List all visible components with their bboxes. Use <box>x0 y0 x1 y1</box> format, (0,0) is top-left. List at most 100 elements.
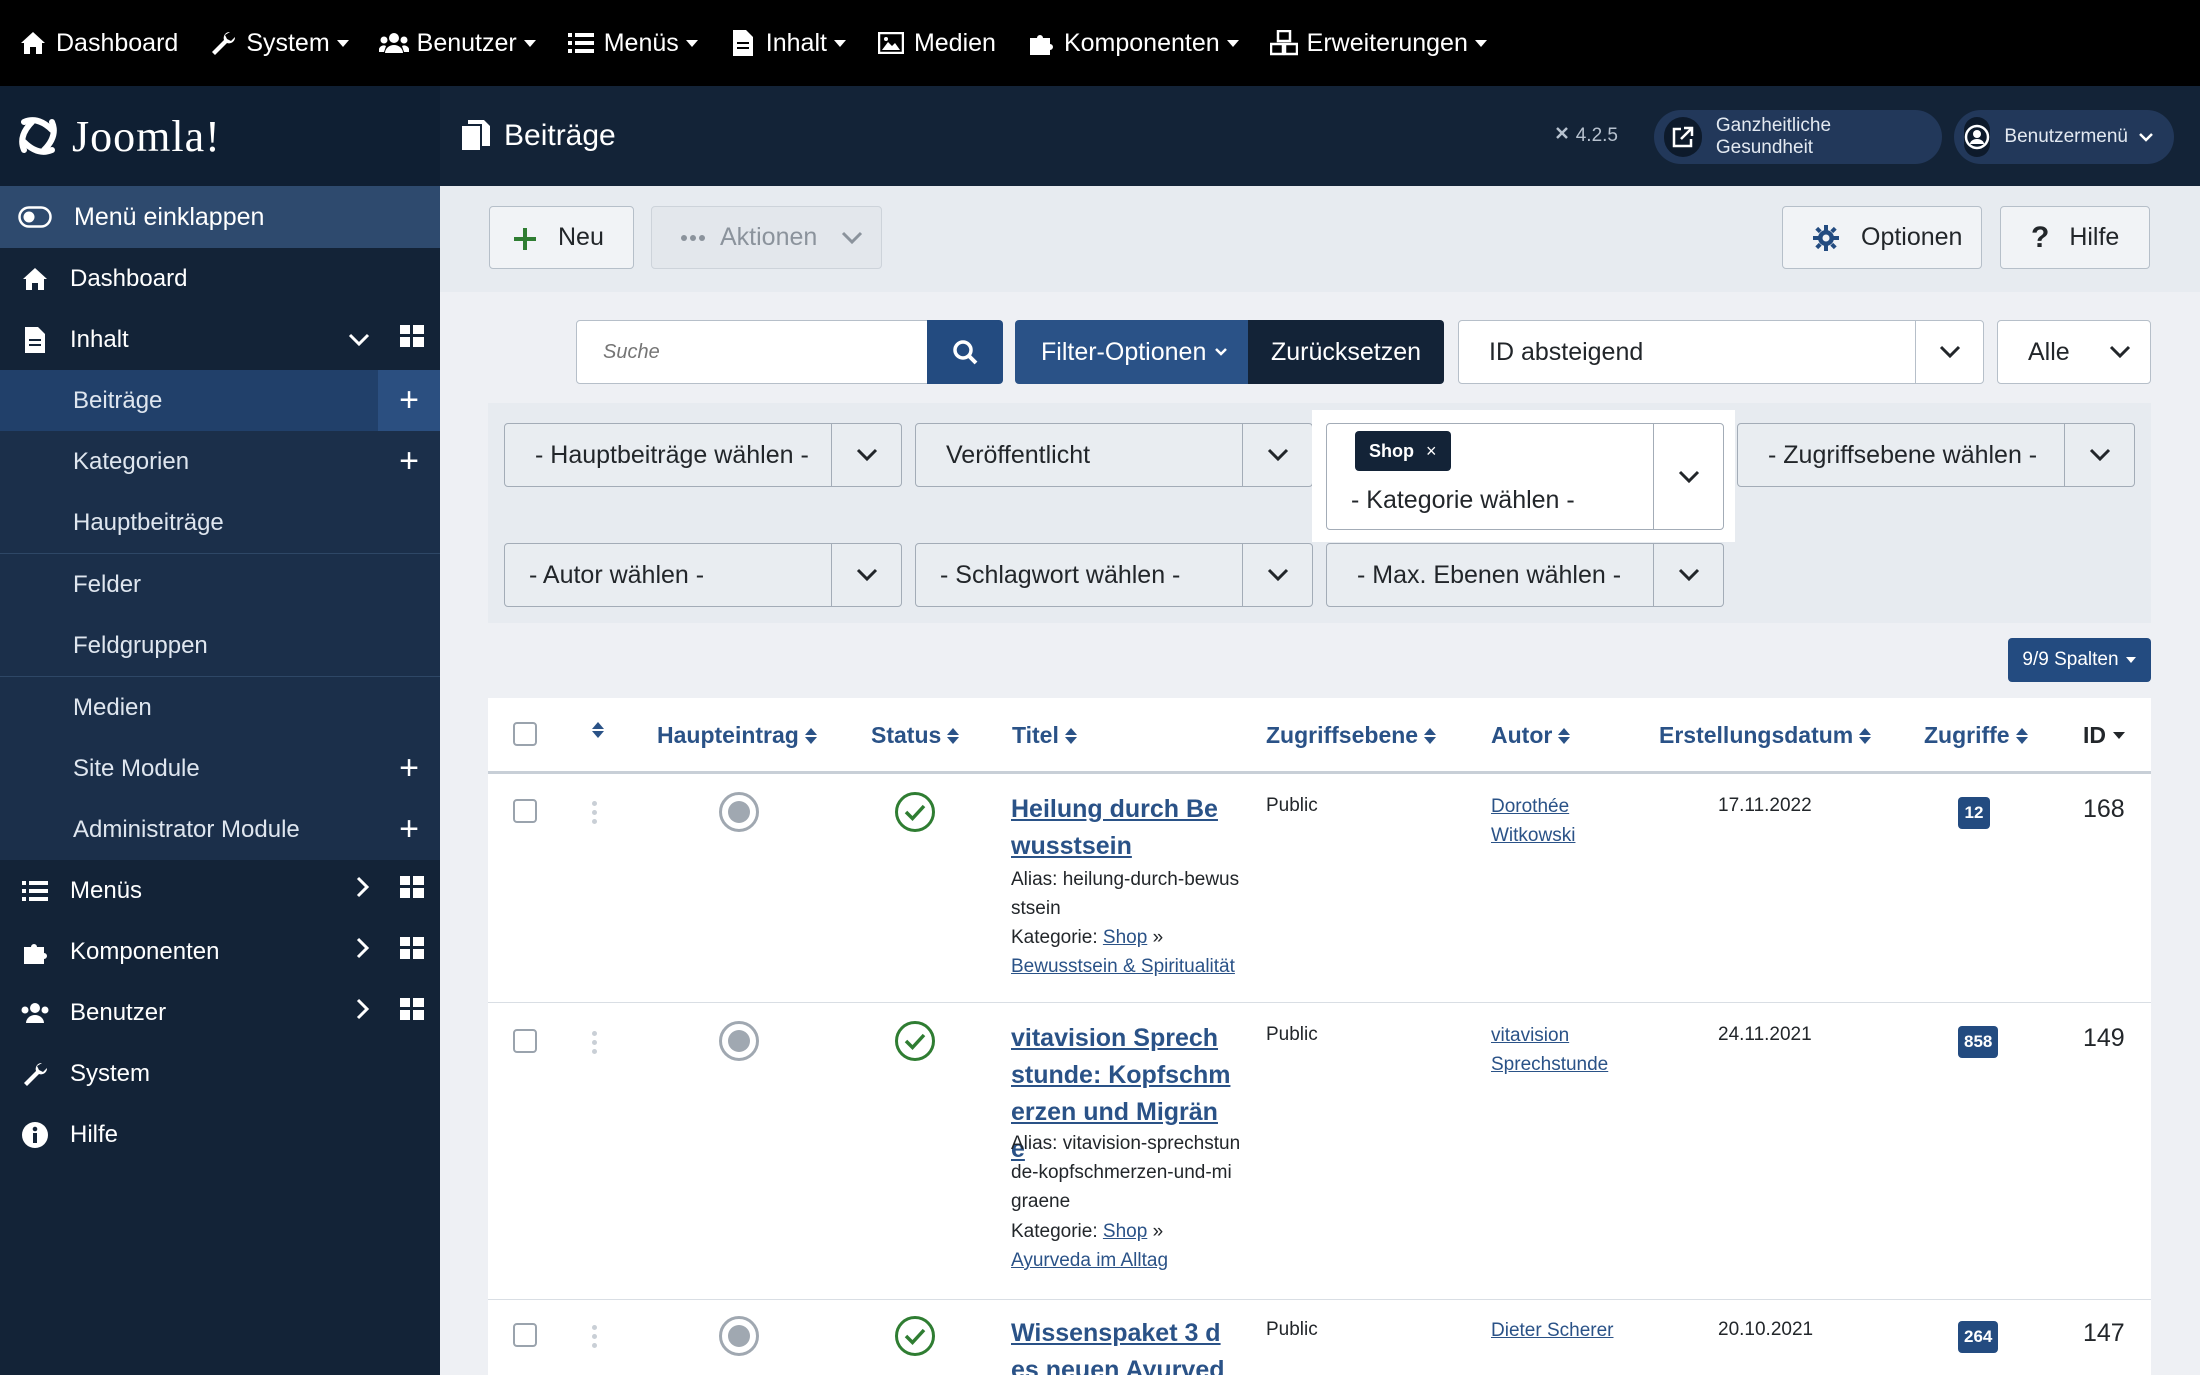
user-menu-button[interactable]: Benutzermenü <box>1954 110 2174 164</box>
sidebar-item-media[interactable]: Medien <box>0 677 440 738</box>
dashboard-grid-icon[interactable] <box>400 937 424 966</box>
featured-toggle-icon[interactable] <box>719 792 759 832</box>
sidebar-item-fields[interactable]: Felder <box>0 554 440 615</box>
dashboard-grid-icon[interactable] <box>400 876 424 905</box>
sidebar-item-admin-modules[interactable]: Administrator Module + <box>0 799 440 860</box>
filter-options-button[interactable]: Filter-Optionen <box>1015 320 1248 384</box>
author-link[interactable]: vitavision Sprechstunde <box>1491 1021 1621 1079</box>
published-filter-select[interactable]: Veröffentlicht <box>915 423 1313 487</box>
reset-button[interactable]: Zurücksetzen <box>1248 320 1444 384</box>
help-button[interactable]: ? Hilfe <box>2000 206 2150 269</box>
chevron-right-icon[interactable] <box>356 998 370 1027</box>
published-check-icon[interactable] <box>894 1315 936 1357</box>
sort-status-header[interactable]: Status <box>871 722 960 749</box>
table-row: Heilung durch Bewusstsein Alias: heilung… <box>488 777 2151 1003</box>
chevron-down-icon[interactable] <box>348 326 370 354</box>
add-admin-module-icon[interactable]: + <box>378 799 440 860</box>
collapse-menu-toggle[interactable]: Menü einklappen <box>0 186 440 248</box>
sidebar-item-users[interactable]: Benutzer <box>0 982 440 1043</box>
sort-featured-header[interactable]: Haupteintrag <box>657 722 817 749</box>
topnav-users[interactable]: Benutzer <box>378 0 536 86</box>
sidebar-item-help[interactable]: Hilfe <box>0 1104 440 1165</box>
article-title-link[interactable]: Wissenspaket 3 des neuen Ayurveda <box>1011 1315 1231 1375</box>
add-article-icon[interactable]: + <box>378 370 440 431</box>
access-filter-select[interactable]: - Zugriffsebene wählen - <box>1737 423 2135 487</box>
sidebar-item-dashboard[interactable]: Dashboard <box>0 248 440 309</box>
topnav-content[interactable]: Inhalt <box>728 0 846 86</box>
sidebar-item-menus[interactable]: Menüs <box>0 860 440 921</box>
topnav-components[interactable]: Komponenten <box>1026 0 1239 86</box>
author-filter-select[interactable]: - Autor wählen - <box>504 543 902 607</box>
category-parent-link[interactable]: Shop <box>1103 927 1147 948</box>
topnav-extensions[interactable]: Erweiterungen <box>1269 0 1487 86</box>
topnav-system[interactable]: System <box>208 0 349 86</box>
sort-title-header[interactable]: Titel <box>1012 722 1077 749</box>
category-parent-link[interactable]: Shop <box>1103 1221 1147 1242</box>
search-input[interactable] <box>576 320 928 384</box>
chevron-right-icon[interactable] <box>356 876 370 905</box>
ordering-select[interactable]: ID absteigend <box>1458 320 1984 384</box>
featured-toggle-icon[interactable] <box>719 1021 759 1061</box>
limit-select[interactable]: Alle <box>1997 320 2151 384</box>
dashboard-grid-icon[interactable] <box>400 325 424 354</box>
row-checkbox[interactable] <box>513 1323 537 1347</box>
sidebar-item-components[interactable]: Komponenten <box>0 921 440 982</box>
category-filter-select[interactable]: Shop × - Kategorie wählen - <box>1326 423 1724 530</box>
drag-handle-icon[interactable] <box>592 1031 598 1054</box>
max-levels-filter-select[interactable]: - Max. Ebenen wählen - <box>1326 543 1724 607</box>
actions-dropdown[interactable]: Aktionen <box>651 206 882 269</box>
article-title-link[interactable]: Heilung durch Bewusstsein <box>1011 791 1231 865</box>
chevron-down-icon <box>831 424 901 486</box>
sidebar-item-label: Site Module <box>73 754 200 782</box>
sidebar-item-featured[interactable]: Hauptbeiträge <box>0 492 440 553</box>
search-button[interactable] <box>927 320 1003 384</box>
dashboard-grid-icon[interactable] <box>400 998 424 1027</box>
author-link[interactable]: Dieter Scherer <box>1491 1316 1621 1345</box>
options-button[interactable]: Optionen <box>1782 206 1982 269</box>
topnav-menus[interactable]: Menüs <box>566 0 698 86</box>
published-check-icon[interactable] <box>894 1020 936 1062</box>
add-site-module-icon[interactable]: + <box>378 738 440 799</box>
topnav-dashboard[interactable]: Dashboard <box>18 0 178 86</box>
featured-toggle-icon[interactable] <box>719 1316 759 1356</box>
sort-author-header[interactable]: Autor <box>1491 722 1571 749</box>
sort-hits-header[interactable]: Zugriffe <box>1924 722 2028 749</box>
sidebar-item-label: Feldgruppen <box>73 631 208 659</box>
users-icon <box>18 996 52 1030</box>
row-checkbox[interactable] <box>513 1029 537 1053</box>
sidebar-item-site-modules[interactable]: Site Module + <box>0 738 440 799</box>
sort-access-header[interactable]: Zugriffsebene <box>1266 722 1437 749</box>
sidebar-item-system[interactable]: System <box>0 1043 440 1104</box>
add-category-icon[interactable]: + <box>378 431 440 492</box>
view-site-button[interactable]: Ganzheitliche Gesundheit <box>1654 110 1942 164</box>
sidebar-item-field-groups[interactable]: Feldgruppen <box>0 615 440 676</box>
topnav-extensions-label: Erweiterungen <box>1306 28 1468 57</box>
select-all-checkbox[interactable] <box>513 722 537 746</box>
header-label: ID <box>2083 722 2106 748</box>
category-child-link[interactable]: Bewusstsein & Spiritualität <box>1011 956 1235 977</box>
sort-created-header[interactable]: Erstellungsdatum <box>1659 722 1872 749</box>
sidebar-item-articles[interactable]: Beiträge + <box>0 370 440 431</box>
topnav-media[interactable]: Medien <box>876 0 996 86</box>
row-checkbox[interactable] <box>513 799 537 823</box>
ordering-value: ID absteigend <box>1489 337 1644 366</box>
drag-handle-icon[interactable] <box>592 801 598 824</box>
published-check-icon[interactable] <box>894 791 936 833</box>
chevron-right-icon[interactable] <box>356 937 370 966</box>
remove-tag-icon[interactable]: × <box>1426 441 1437 462</box>
columns-toggle-button[interactable]: 9/9 Spalten <box>2008 638 2151 682</box>
new-button[interactable]: Neu <box>489 206 634 269</box>
sidebar-item-content[interactable]: Inhalt <box>0 309 440 370</box>
caret-down-icon <box>2112 731 2126 740</box>
featured-filter-select[interactable]: - Hauptbeiträge wählen - <box>504 423 902 487</box>
header-label: Zugriffsebene <box>1266 722 1419 748</box>
sidebar-item-categories[interactable]: Kategorien + <box>0 431 440 492</box>
drag-handle-icon[interactable] <box>592 1325 598 1348</box>
author-link[interactable]: Dorothée Witkowski <box>1491 792 1621 850</box>
tag-filter-select[interactable]: - Schlagwort wählen - <box>915 543 1313 607</box>
ordering-sort-icon[interactable] <box>592 722 604 738</box>
category-child-link[interactable]: Ayurveda im Alltag <box>1011 1250 1168 1271</box>
access-level: Public <box>1266 1024 1318 1045</box>
joomla-logo[interactable]: Joomla! <box>0 86 440 186</box>
sort-id-header[interactable]: ID <box>2083 722 2126 749</box>
